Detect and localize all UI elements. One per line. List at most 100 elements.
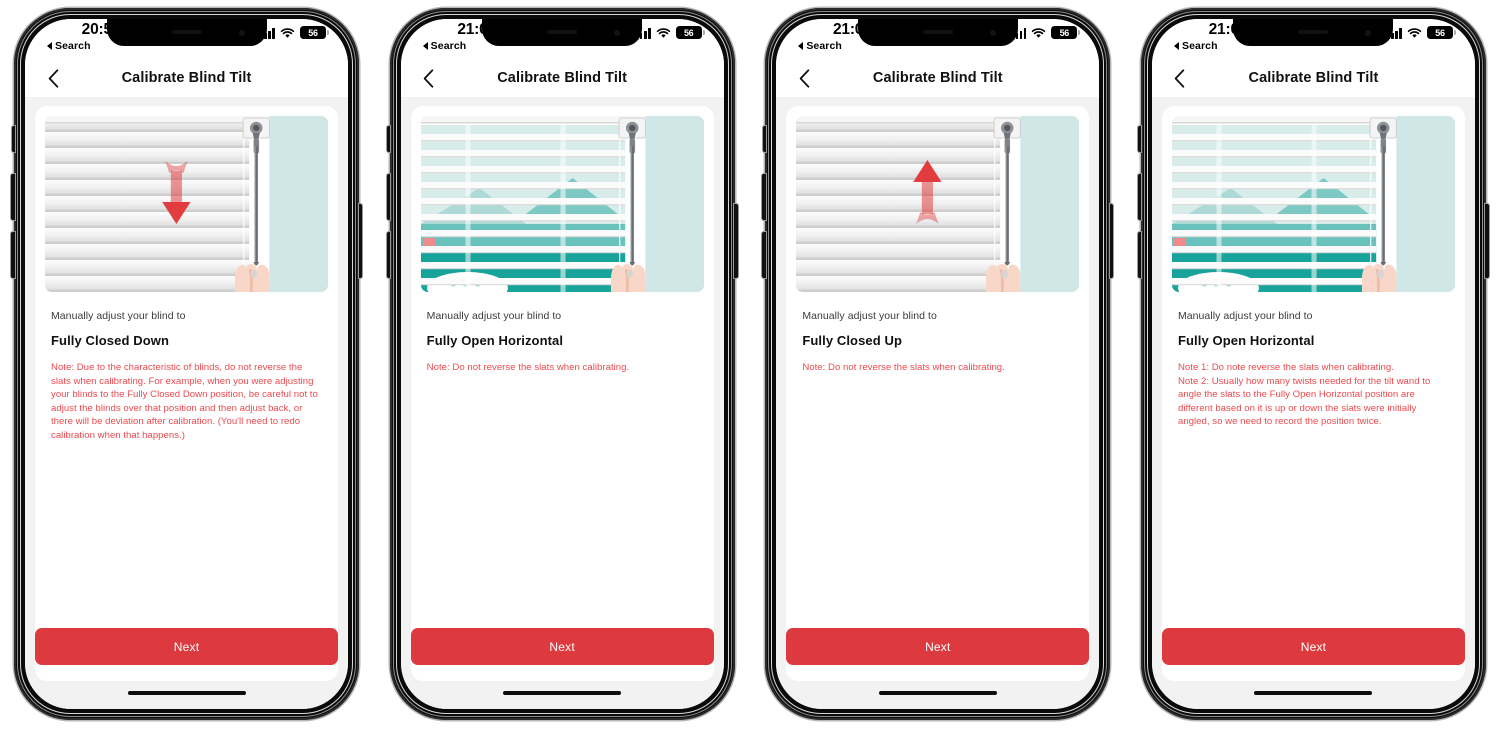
phone-frame-3: 21:00 Search 56 Calibrate Blind Tilt Man…: [762, 8, 1114, 720]
status-indicators: 56: [1011, 26, 1081, 39]
blind-slats-closed: [45, 116, 250, 292]
illustration-wrapper: [35, 116, 338, 292]
volume-down-button[interactable]: [386, 232, 391, 278]
instruction-note: Note 1: Do note reverse the slats when c…: [1177, 362, 1431, 428]
silent-switch[interactable]: [387, 126, 391, 152]
phone-frame-4: 21:00 Search 56 Calibrate Blind Tilt Man…: [1137, 8, 1489, 720]
instruction-text: Manually adjust your blind to Fully Clos…: [786, 292, 1089, 628]
card-footer: Next: [786, 628, 1090, 681]
status-indicators: 56: [260, 26, 329, 39]
next-button[interactable]: Next: [786, 628, 1090, 665]
back-triangle-icon: [1173, 42, 1179, 50]
chevron-left-icon: [799, 68, 810, 88]
back-to-app-label: Search: [55, 40, 91, 52]
navigation-bar: Calibrate Blind Tilt: [1151, 59, 1475, 97]
battery-icon: 56: [675, 26, 705, 39]
home-indicator[interactable]: [127, 691, 246, 695]
page-title: Calibrate Blind Tilt: [1248, 70, 1379, 86]
illustration-frame: [420, 116, 704, 292]
next-button[interactable]: Next: [35, 628, 338, 665]
status-indicators: 56: [635, 26, 705, 39]
hand-icon: [235, 264, 270, 292]
battery-percent: 56: [308, 27, 318, 38]
phone-screen-2: 21:00 Search 56 Calibrate Blind Tilt Man…: [400, 19, 724, 709]
instruction-card: Manually adjust your blind to Fully Open…: [410, 106, 714, 681]
back-triangle-icon: [798, 42, 804, 50]
back-triangle-icon: [47, 42, 52, 50]
front-camera: [989, 30, 996, 36]
back-to-app-label: Search: [430, 40, 467, 52]
hand-icon: [1361, 264, 1397, 292]
illustration-wrapper: [1162, 116, 1465, 292]
card-footer: Next: [410, 628, 714, 681]
instruction-note: Note: Do not reverse the slats when cali…: [802, 362, 1005, 373]
earpiece-speaker: [171, 30, 202, 34]
volume-down-button[interactable]: [762, 232, 766, 278]
instruction-headline: Fully Closed Down: [51, 333, 169, 348]
wifi-icon: [280, 28, 295, 39]
volume-up-button[interactable]: [11, 174, 15, 220]
instruction-card: Manually adjust your blind to Fully Clos…: [786, 106, 1090, 681]
instruction-lead: Manually adjust your blind to: [51, 310, 186, 322]
volume-down-button[interactable]: [11, 232, 15, 278]
silent-switch[interactable]: [762, 126, 766, 152]
phone-screen-1: 20:59 Search 56 Calibrate Blind Tilt Man…: [25, 19, 348, 709]
wifi-icon: [656, 28, 671, 39]
battery-percent: 56: [683, 27, 694, 38]
phone-frame-1: 20:59 Search 56 Calibrate Blind Tilt Man…: [11, 8, 362, 720]
illustration-frame: [796, 116, 1080, 292]
power-button[interactable]: [734, 204, 738, 278]
blind-slats-open: [420, 116, 625, 292]
wifi-icon: [1407, 28, 1422, 39]
back-to-app-indicator[interactable]: Search: [1173, 40, 1218, 52]
back-button[interactable]: [41, 66, 65, 90]
battery-icon: 56: [1426, 26, 1456, 39]
back-to-app-indicator[interactable]: Search: [422, 40, 467, 52]
instruction-card: Manually adjust your blind to Fully Clos…: [35, 106, 338, 681]
back-button[interactable]: [792, 66, 816, 90]
home-indicator[interactable]: [878, 691, 997, 695]
hand-icon: [610, 264, 646, 292]
earpiece-speaker: [922, 30, 953, 34]
next-button[interactable]: Next: [410, 628, 714, 665]
instruction-headline: Fully Open Horizontal: [1177, 333, 1315, 348]
volume-up-button[interactable]: [386, 174, 391, 220]
battery-icon: 56: [1051, 26, 1081, 39]
volume-up-button[interactable]: [762, 174, 766, 220]
page-title: Calibrate Blind Tilt: [872, 70, 1003, 86]
next-button[interactable]: Next: [1161, 628, 1465, 665]
power-button[interactable]: [1485, 204, 1489, 278]
home-indicator[interactable]: [1254, 691, 1373, 695]
blind-illustration: [45, 116, 328, 292]
back-triangle-icon: [422, 42, 428, 50]
instruction-text: Manually adjust your blind to Fully Open…: [1162, 292, 1465, 628]
back-button[interactable]: [417, 66, 441, 90]
phone-frame-2: 21:00 Search 56 Calibrate Blind Tilt Man…: [386, 8, 738, 720]
home-indicator[interactable]: [503, 691, 622, 695]
back-button[interactable]: [1168, 66, 1192, 90]
power-button[interactable]: [358, 204, 362, 278]
illustration-frame: [45, 116, 328, 292]
notch: [482, 19, 643, 46]
battery-percent: 56: [1435, 27, 1445, 38]
phone-screen-3: 21:00 Search 56 Calibrate Blind Tilt Man…: [776, 19, 1100, 709]
home-indicator-area: [776, 681, 1100, 709]
back-to-app-indicator[interactable]: Search: [798, 40, 842, 52]
back-to-app-indicator[interactable]: Search: [47, 40, 91, 52]
instruction-lead: Manually adjust your blind to: [802, 310, 937, 322]
silent-switch[interactable]: [11, 126, 15, 152]
chevron-left-icon: [1175, 68, 1185, 88]
front-camera: [614, 30, 621, 36]
hand-icon: [986, 264, 1021, 292]
illustration-wrapper: [786, 116, 1089, 292]
home-indicator-area: [1151, 681, 1475, 709]
volume-down-button[interactable]: [1137, 232, 1142, 278]
battery-icon: 56: [300, 26, 329, 39]
instruction-headline: Fully Open Horizontal: [426, 333, 564, 348]
volume-up-button[interactable]: [1137, 174, 1142, 220]
instruction-card: Manually adjust your blind to Fully Open…: [1161, 106, 1465, 681]
content-area: Manually adjust your blind to Fully Clos…: [776, 97, 1100, 681]
phone-screen-4: 21:00 Search 56 Calibrate Blind Tilt Man…: [1151, 19, 1475, 709]
power-button[interactable]: [1109, 204, 1114, 278]
earpiece-speaker: [547, 30, 578, 34]
